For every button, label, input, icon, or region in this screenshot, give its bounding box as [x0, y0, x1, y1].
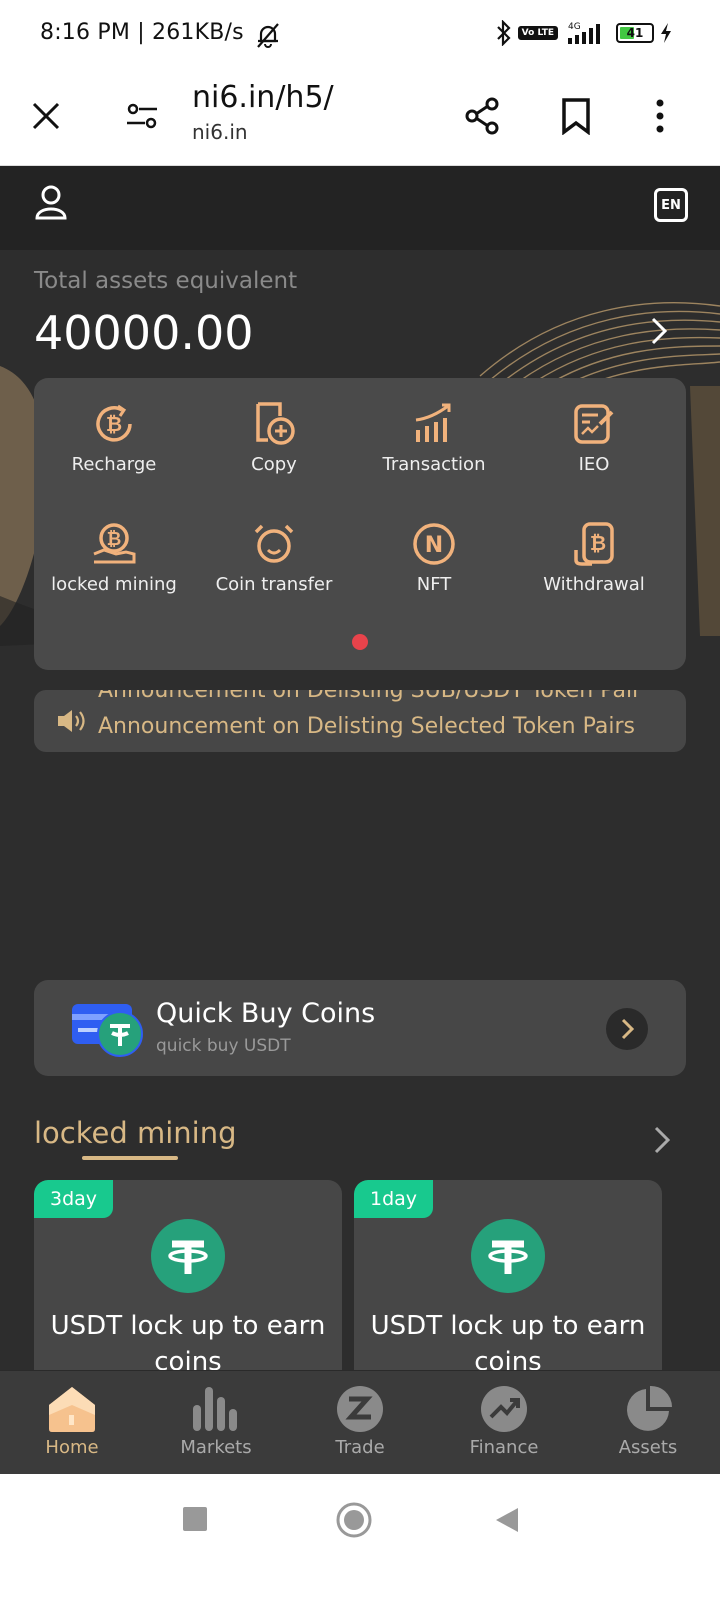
quick-menu-grid: ₿ Recharge Copy Transaction IEO ₿ locked… — [34, 378, 686, 670]
share-icon[interactable] — [456, 90, 508, 142]
nav-home[interactable]: Home — [0, 1371, 144, 1475]
browser-toolbar: ni6.in/h5/ ni6.in — [0, 68, 720, 166]
bar-chart-icon — [193, 1387, 237, 1431]
svg-text:₿: ₿ — [590, 531, 606, 555]
close-icon[interactable] — [20, 90, 72, 142]
tab-underline — [82, 1156, 178, 1160]
svg-text:N: N — [425, 533, 443, 558]
recents-icon[interactable] — [182, 1506, 208, 1532]
site-settings-icon[interactable] — [116, 90, 168, 142]
url-text[interactable]: ni6.in/h5/ — [192, 80, 334, 115]
app-content: EN Total assets equivalent 40000.00 ₿ Re… — [0, 166, 720, 1404]
usdt-icon — [151, 1219, 225, 1293]
menu-ieo[interactable]: IEO — [514, 388, 674, 508]
speaker-icon — [58, 710, 85, 732]
announcement-ticker[interactable]: Announcement on Delisting SUB/USDT Token… — [34, 690, 686, 752]
bluetooth-icon — [496, 20, 511, 46]
menu-withdrawal[interactable]: ₿ Withdrawal — [514, 508, 674, 628]
svg-text:₿: ₿ — [107, 529, 122, 550]
home-circle-icon[interactable] — [336, 1502, 372, 1538]
volte-badge: Vo LTE — [517, 26, 558, 40]
menu-nft[interactable]: N NFT — [354, 508, 514, 628]
more-options-icon[interactable] — [634, 90, 686, 142]
usdt-icon — [471, 1219, 545, 1293]
status-bar: 8:16 PM | 261KB/s Vo LTE 4G 41 — [0, 0, 720, 68]
nft-coin-icon: N — [413, 523, 455, 565]
menu-recharge[interactable]: ₿ Recharge — [34, 388, 194, 508]
menu-transaction[interactable]: Transaction — [354, 388, 514, 508]
back-icon[interactable] — [494, 1506, 520, 1534]
bitcoin-refresh-icon: ₿ — [96, 404, 132, 442]
document-edit-icon — [574, 404, 614, 444]
user-icon[interactable] — [34, 184, 68, 220]
menu-copy[interactable]: Copy — [194, 388, 354, 508]
system-navigation-bar — [0, 1474, 720, 1600]
status-time: 8:16 PM | 261KB/s — [40, 20, 244, 45]
chart-up-icon — [415, 403, 451, 442]
locked-mining-title[interactable]: locked mining — [34, 1116, 237, 1150]
bookmark-icon[interactable] — [550, 90, 602, 142]
chevron-right-icon[interactable] — [650, 316, 668, 346]
host-text: ni6.in — [192, 120, 248, 144]
app-header: EN — [0, 166, 720, 250]
chevron-right-icon[interactable] — [654, 1126, 670, 1154]
announcement-text[interactable]: Announcement on Delisting SUB/USDT Token… — [98, 690, 641, 703]
assets-label: Total assets equivalent — [34, 268, 298, 294]
quick-buy-subtitle: quick buy USDT — [156, 1036, 291, 1056]
nav-finance[interactable]: Finance — [432, 1371, 576, 1475]
nav-assets[interactable]: Assets — [576, 1371, 720, 1475]
battery-icon: 41 — [616, 23, 654, 43]
bitcoin-wallet-icon: ₿ — [574, 522, 614, 566]
chevron-right-icon[interactable] — [606, 1008, 648, 1050]
copy-plus-icon — [256, 402, 295, 445]
svg-text:₿: ₿ — [106, 412, 122, 436]
alarm-transfer-icon — [254, 524, 294, 563]
nav-markets[interactable]: Markets — [144, 1371, 288, 1475]
trend-up-icon — [481, 1386, 527, 1432]
menu-locked-mining[interactable]: ₿ locked mining — [34, 508, 194, 628]
announcement-text[interactable]: Announcement on Delisting Selected Token… — [98, 714, 635, 739]
bottom-navigation: Home Markets Trade Finance Assets — [0, 1370, 720, 1474]
quick-buy-title: Quick Buy Coins — [156, 998, 376, 1029]
home-icon — [49, 1387, 95, 1432]
page-indicator-dot — [352, 634, 368, 650]
menu-coin-transfer[interactable]: Coin transfer — [194, 508, 354, 628]
duration-badge: 3day — [34, 1180, 114, 1218]
pie-chart-icon — [627, 1385, 672, 1431]
usdt-card-icon — [72, 1004, 143, 1057]
bitcoin-hand-icon: ₿ — [93, 523, 136, 564]
charging-icon — [661, 23, 671, 43]
nav-trade[interactable]: Trade — [288, 1371, 432, 1475]
trade-icon — [337, 1386, 383, 1432]
mute-bell-icon — [257, 23, 279, 48]
signal-icon: 4G — [568, 22, 600, 44]
language-icon[interactable]: EN — [654, 188, 688, 222]
svg-text:4G: 4G — [568, 22, 581, 32]
assets-value: 40000.00 — [34, 306, 254, 360]
quick-buy-card[interactable]: Quick Buy Coins quick buy USDT — [34, 980, 686, 1076]
duration-badge: 1day — [354, 1180, 434, 1218]
